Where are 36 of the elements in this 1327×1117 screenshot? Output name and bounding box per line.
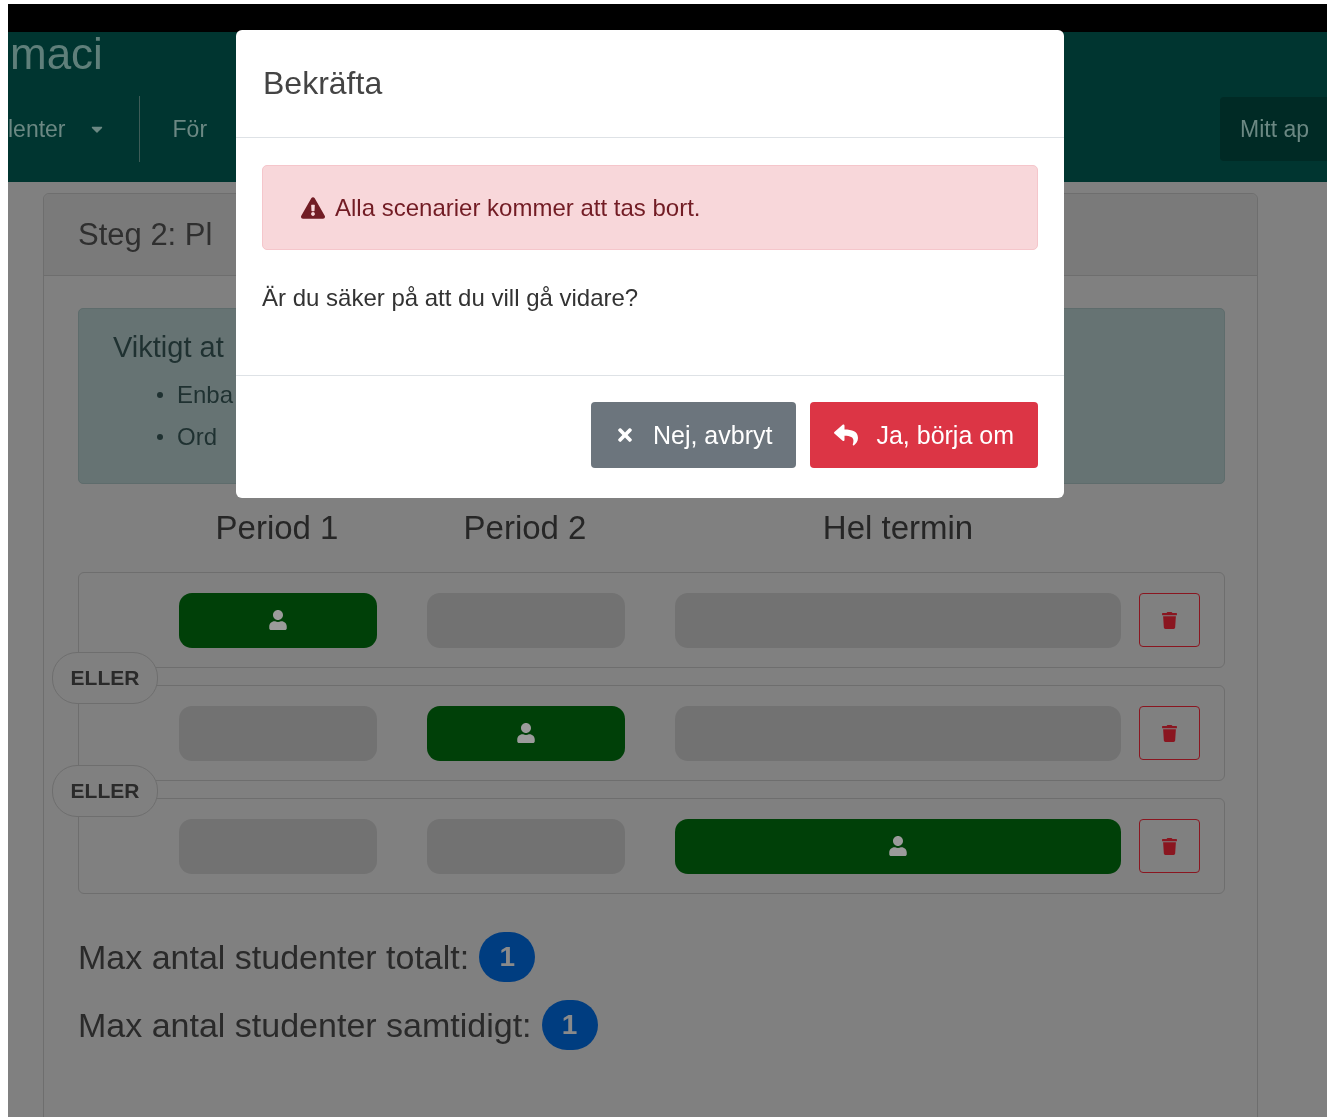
nav-link[interactable]: lenter: [8, 96, 139, 162]
warning-icon: [301, 195, 325, 220]
or-separator: ELLER: [52, 652, 158, 704]
bullet-icon: [157, 434, 163, 440]
delete-button[interactable]: [1139, 819, 1200, 873]
trash-icon: [1161, 611, 1178, 629]
account-button[interactable]: Mitt ap: [1220, 97, 1327, 161]
trash-icon: [1161, 724, 1178, 742]
count-badge: 1: [541, 1000, 598, 1050]
column-header: Hel termin: [822, 509, 974, 547]
undo-arrow-icon: [834, 423, 859, 447]
person-icon: [888, 836, 908, 856]
total-label: Max antal studenter samtidigt:: [78, 1005, 532, 1045]
info-item: Enba: [177, 381, 234, 409]
period-slot[interactable]: [179, 592, 377, 648]
period-slot[interactable]: [675, 818, 1121, 874]
or-separator: ELLER: [52, 765, 158, 817]
info-title: Viktigt at: [113, 331, 225, 364]
delete-button[interactable]: [1139, 593, 1200, 647]
person-icon: [516, 723, 536, 743]
bullet-icon: [157, 392, 163, 398]
period-slot[interactable]: [427, 705, 625, 761]
delete-button[interactable]: [1139, 706, 1200, 760]
cancel-button[interactable]: Nej, avbryt: [590, 402, 797, 468]
trash-icon: [1161, 837, 1178, 855]
person-icon: [268, 610, 288, 630]
confirm-button[interactable]: Ja, börja om: [810, 402, 1038, 468]
info-item: Ord: [177, 423, 217, 451]
count-badge: 1: [479, 932, 536, 982]
dialog-title: Bekräfta: [236, 30, 1064, 138]
alert-text: Alla scenarier kommer att tas bort.: [335, 193, 701, 222]
dialog-question: Är du säker på att du vill gå vidare?: [262, 284, 640, 312]
total-label: Max antal studenter totalt:: [78, 937, 470, 977]
brand-logo-text: maci: [9, 32, 103, 80]
column-header: Period 1: [215, 509, 339, 547]
column-header: Period 2: [463, 509, 587, 547]
